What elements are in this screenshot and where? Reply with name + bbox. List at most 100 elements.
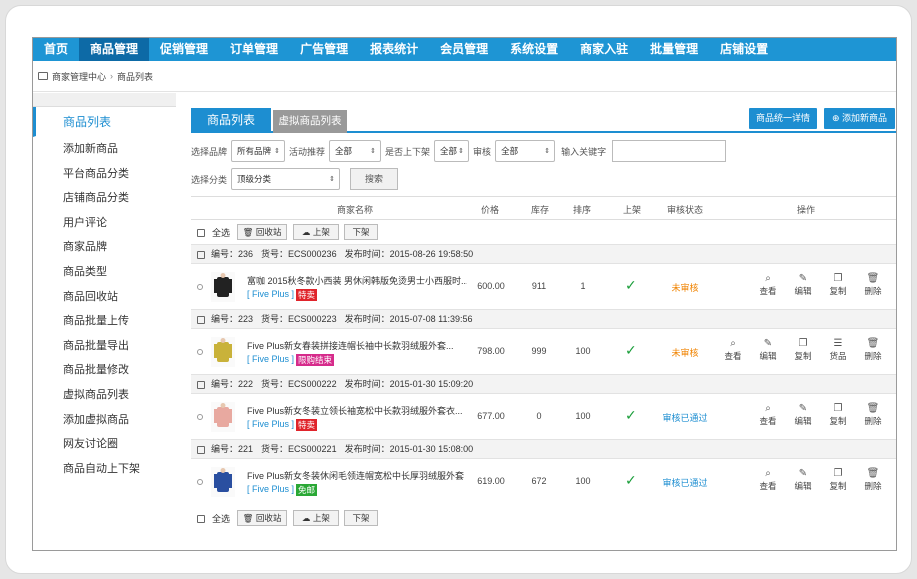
recycle-button[interactable]: 🗑 回收站 <box>237 224 287 240</box>
product-sort[interactable]: 100 <box>565 346 601 356</box>
nav-merchant[interactable]: 商家入驻 <box>569 38 639 61</box>
nav-orders[interactable]: 订单管理 <box>219 38 289 61</box>
row-select-radio[interactable] <box>197 479 203 485</box>
product-sort[interactable]: 100 <box>565 411 601 421</box>
action-button[interactable]: ❐ 复制 <box>827 468 849 492</box>
sidebar-item-batch-upload[interactable]: 商品批量上传 <box>33 309 176 334</box>
action-button[interactable]: ☰ 货品 <box>827 338 849 362</box>
nav-goods[interactable]: 商品管理 <box>79 38 150 61</box>
action-button[interactable]: ⌕ 查看 <box>722 338 744 362</box>
select-all-checkbox-bottom[interactable] <box>197 513 205 523</box>
category-select[interactable]: 顶级分类 ⇕ <box>231 168 341 190</box>
breadcrumb-home[interactable]: 商家管理中心 <box>52 70 106 83</box>
action-button[interactable]: ✎ 编辑 <box>792 403 814 427</box>
sidebar-item-virtual-list[interactable]: 虚拟商品列表 <box>33 383 176 408</box>
nav-shop[interactable]: 店铺设置 <box>709 38 779 61</box>
product-stock[interactable]: 0 <box>521 411 557 421</box>
sidebar-item-platform-category[interactable]: 平台商品分类 <box>33 162 176 187</box>
product-stock[interactable]: 672 <box>521 476 557 486</box>
product-brand[interactable]: [ Five Plus ] 限购结束 <box>247 354 335 366</box>
action-button[interactable]: ⌕ 查看 <box>757 273 779 297</box>
product-thumbnail[interactable] <box>211 467 235 497</box>
sidebar-item-recycle[interactable]: 商品回收站 <box>33 285 176 310</box>
tab-product-list[interactable]: 商品列表 <box>191 108 271 133</box>
recycle-button-bottom[interactable]: 🗑 回收站 <box>237 510 287 526</box>
sidebar-item-product-list[interactable]: 商品列表 <box>33 107 176 137</box>
action-button[interactable]: ⌕ 查看 <box>757 468 779 492</box>
product-stock[interactable]: 911 <box>521 281 557 291</box>
offsale-button-bottom[interactable]: 下架 <box>344 510 378 526</box>
sidebar-item-discussion[interactable]: 网友讨论圈 <box>33 432 176 457</box>
action-button[interactable]: ❐ 复制 <box>792 338 814 362</box>
product-name[interactable]: Five Plus新女冬装立领长袖宽松中长款羽绒服外套衣... <box>247 404 467 417</box>
nav-members[interactable]: 会员管理 <box>429 38 499 61</box>
row-select-radio[interactable] <box>197 284 203 290</box>
checkbox-icon[interactable] <box>197 380 205 389</box>
search-button[interactable]: 搜索 <box>350 168 399 190</box>
sidebar-item-auto-onsale[interactable]: 商品自动上下架 <box>33 457 176 482</box>
check-icon[interactable]: ✓ <box>625 472 637 489</box>
product-brand[interactable]: [ Five Plus ] 免邮 <box>247 484 318 496</box>
checkbox-icon[interactable] <box>197 445 205 454</box>
promo-select[interactable]: 全部 ⇕ <box>329 140 382 162</box>
add-product-button[interactable]: ⊕ 添加新商品 <box>824 108 895 129</box>
action-button[interactable]: ⌕ 查看 <box>757 403 779 427</box>
sidebar-item-batch-edit[interactable]: 商品批量修改 <box>33 358 176 383</box>
product-brand[interactable]: [ Five Plus ] 特卖 <box>247 419 318 431</box>
onsale-button-bottom[interactable]: ☁ 上架 <box>293 510 339 526</box>
product-stock[interactable]: 999 <box>521 346 557 356</box>
product-thumbnail[interactable] <box>211 402 235 432</box>
action-button[interactable]: 🗑 删除 <box>862 273 884 297</box>
check-icon[interactable]: ✓ <box>625 407 637 424</box>
bulk-actions-top: 全选 🗑 回收站 ☁ 上架 下架 <box>191 220 896 244</box>
product-sort[interactable]: 1 <box>565 281 601 291</box>
action-button[interactable]: ❐ 复制 <box>827 273 849 297</box>
action-button[interactable]: ✎ 编辑 <box>792 273 814 297</box>
product-sort[interactable]: 100 <box>565 476 601 486</box>
unified-detail-button[interactable]: 商品统一详情 <box>749 108 817 129</box>
select-all-checkbox[interactable] <box>197 227 205 237</box>
action-button[interactable]: 🗑 删除 <box>862 338 884 362</box>
sidebar-item-add-product[interactable]: 添加新商品 <box>33 137 176 162</box>
product-name[interactable]: 富咖 2015秋冬款小西装 男休闲韩版免烫男士小西服时... <box>247 274 467 287</box>
nav-batch[interactable]: 批量管理 <box>639 38 709 61</box>
action-label: 货品 <box>829 351 847 361</box>
sidebar-item-shop-category[interactable]: 店铺商品分类 <box>33 186 176 211</box>
action-button[interactable]: ✎ 编辑 <box>792 468 814 492</box>
nav-system[interactable]: 系统设置 <box>499 38 569 61</box>
keyword-input[interactable] <box>612 140 727 162</box>
check-icon[interactable]: ✓ <box>625 342 637 359</box>
filter-panel: 选择品牌 所有品牌 ⇕ 活动推荐 全部 ⇕ 是否上下架 全部 ⇕ 审核 全部 ⇕ 输入关… <box>191 133 896 190</box>
product-thumbnail[interactable] <box>211 272 235 302</box>
product-name[interactable]: Five Plus新女春装拼接连帽长袖中长款羽绒服外套... <box>247 339 467 352</box>
checkbox-icon[interactable] <box>197 250 205 259</box>
product-thumbnail[interactable] <box>211 337 235 367</box>
recycle-button-label: 回收站 <box>255 513 282 523</box>
offsale-button[interactable]: 下架 <box>344 224 378 240</box>
sidebar-item-types[interactable]: 商品类型 <box>33 260 176 285</box>
action-button[interactable]: 🗑 删除 <box>862 468 884 492</box>
action-button[interactable]: ❐ 复制 <box>827 403 849 427</box>
onsale-button[interactable]: ☁ 上架 <box>293 224 339 240</box>
nav-reports[interactable]: 报表统计 <box>359 38 429 61</box>
action-button[interactable]: ✎ 编辑 <box>757 338 779 362</box>
review-select[interactable]: 全部 ⇕ <box>495 140 556 162</box>
nav-ads[interactable]: 广告管理 <box>289 38 359 61</box>
onsale-select[interactable]: 全部 ⇕ <box>434 140 470 162</box>
nav-home[interactable]: 首页 <box>33 38 79 61</box>
sidebar-item-brands[interactable]: 商家品牌 <box>33 235 176 260</box>
sidebar-item-reviews[interactable]: 用户评论 <box>33 211 176 236</box>
check-icon[interactable]: ✓ <box>625 277 637 294</box>
brand-select[interactable]: 所有品牌 ⇕ <box>231 140 286 162</box>
product-brand[interactable]: [ Five Plus ] 特卖 <box>247 289 318 301</box>
nav-promotion[interactable]: 促销管理 <box>149 38 219 61</box>
product-group-header: 编号：223 货号：ECS000223 发布时间：2015-07-08 11:39:… <box>191 309 896 329</box>
tab-virtual-list[interactable]: 虚拟商品列表 <box>273 110 347 133</box>
row-select-radio[interactable] <box>197 349 203 355</box>
row-select-radio[interactable] <box>197 414 203 420</box>
sidebar-item-batch-export[interactable]: 商品批量导出 <box>33 334 176 359</box>
checkbox-icon[interactable] <box>197 315 205 324</box>
sidebar-item-add-virtual[interactable]: 添加虚拟商品 <box>33 408 176 433</box>
action-button[interactable]: 🗑 删除 <box>862 403 884 427</box>
product-name[interactable]: Five Plus新女冬装休闲毛领连帽宽松中长厚羽绒服外套 <box>247 469 467 482</box>
